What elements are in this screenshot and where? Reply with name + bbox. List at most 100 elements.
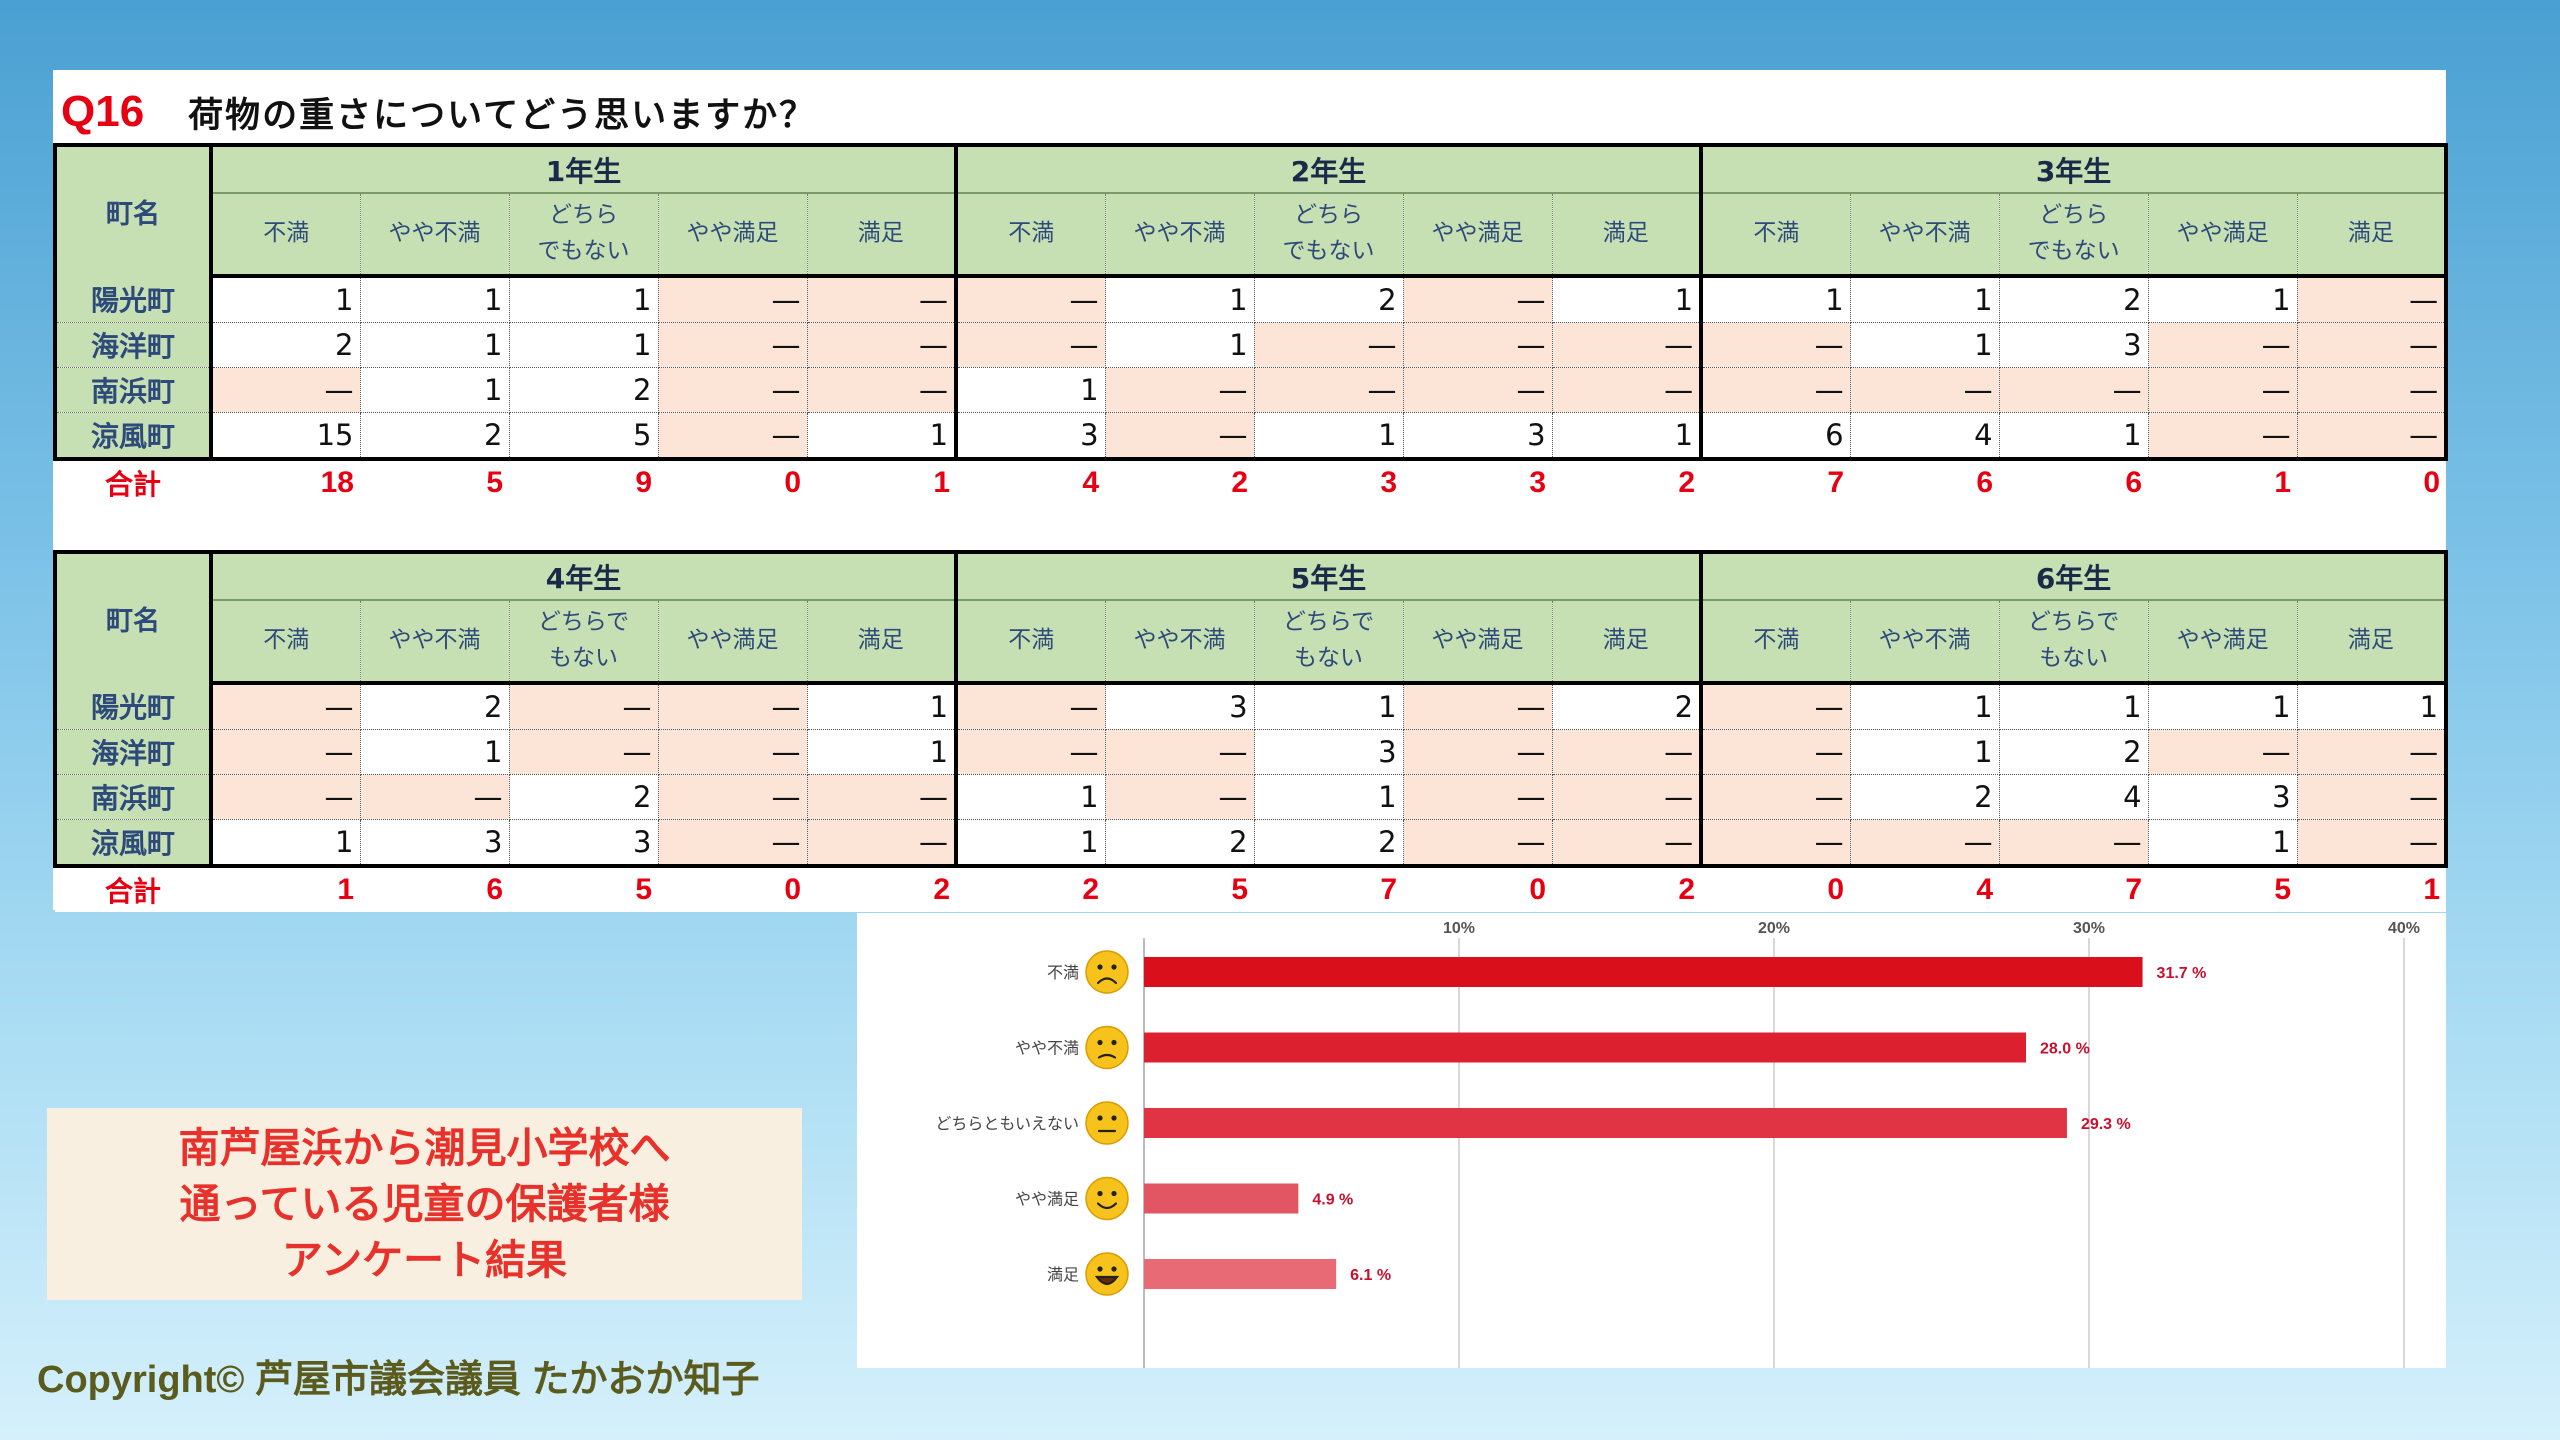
count-cell: 2 [1552, 683, 1704, 730]
count-cell: 1 [1254, 774, 1404, 820]
town-name: 南浜町 [53, 774, 213, 820]
count-cell: 1 [1105, 322, 1255, 368]
count-cell: — [956, 683, 1106, 730]
answer-header: 満足 [807, 193, 959, 278]
count-cell: — [211, 367, 361, 413]
table-row: 南浜町 — —2— —1—1— — —2 4 3— [53, 774, 2449, 820]
table-row: 陽光町 1 1 1— — —1 2—1 1 1 2 1— [53, 276, 2449, 323]
tick-label: 20% [1758, 920, 1790, 937]
total-cell: 2 [1552, 459, 1702, 505]
total-cell: 4 [956, 459, 1106, 505]
answer-header: やや不満 [360, 600, 510, 685]
count-cell: 1 [509, 276, 659, 323]
face-eye [1111, 1115, 1117, 1121]
total-cell: 2 [1552, 866, 1702, 912]
answer-header: どちらでもない [1254, 193, 1404, 278]
face-eye [1111, 1266, 1117, 1272]
town-name: 涼風町 [53, 412, 213, 461]
total-cell: 0 [2297, 459, 2447, 505]
count-cell: — [1552, 774, 1704, 820]
answer-header: 不満 [1701, 193, 1851, 278]
total-row: 合計 18 5 9 0 1 4 2 3 3 2 7 6 6 1 0 [55, 459, 2447, 505]
total-cell: 2 [956, 866, 1106, 912]
survey-panel: Q16 荷物の重さについてどう思いますか？ 町名 1年生 2年生 3年生 不満 やや不満ど… [53, 70, 2449, 912]
answer-header: やや不満 [1105, 193, 1255, 278]
count-cell: 1 [360, 322, 510, 368]
count-cell: 1 [1701, 276, 1851, 323]
count-cell: 3 [360, 819, 510, 868]
answer-header: やや満足 [2148, 600, 2298, 685]
bar-value-label: 4.9 % [1312, 1192, 1353, 1209]
total-cell: 1 [807, 459, 957, 505]
face-eye [1097, 1190, 1103, 1197]
count-cell: — [658, 412, 808, 461]
count-cell: — [2148, 322, 2298, 368]
total-row: 合計 1 6 5 0 2 2 5 7 0 2 0 4 7 5 1 [55, 866, 2447, 912]
count-cell: — [360, 774, 510, 820]
town-name: 海洋町 [53, 729, 213, 775]
count-cell: — [2297, 412, 2449, 461]
count-cell: — [1403, 729, 1553, 775]
count-cell: 1 [1850, 322, 2000, 368]
count-cell: — [1701, 774, 1851, 820]
category-label: やや不満 [1015, 1039, 1079, 1058]
count-cell: — [2297, 276, 2449, 323]
count-cell: 6 [1701, 412, 1851, 461]
face-eye [1111, 1039, 1117, 1046]
town-name: 南浜町 [53, 367, 213, 413]
answer-header: やや不満 [1850, 193, 2000, 278]
bar-value-label: 28.0 % [2040, 1041, 2090, 1058]
town-name: 涼風町 [53, 819, 213, 868]
count-cell: 1 [1254, 683, 1404, 730]
bar [1144, 1108, 2067, 1138]
grade-header: 6年生 [1701, 550, 2449, 601]
tick-label: 10% [1443, 920, 1475, 937]
count-cell: — [807, 367, 959, 413]
face-eye [1097, 1115, 1103, 1121]
answer-header: やや不満 [360, 193, 510, 278]
count-cell: 1 [956, 774, 1106, 820]
count-cell: 3 [2148, 774, 2298, 820]
count-cell: 1 [211, 819, 361, 868]
answer-header: 満足 [807, 600, 959, 685]
count-cell: 1 [211, 276, 361, 323]
count-cell: — [1403, 367, 1553, 413]
count-cell: — [1701, 367, 1851, 413]
count-cell: — [2297, 774, 2449, 820]
face-icon [1085, 1025, 1129, 1070]
count-cell: — [956, 322, 1106, 368]
count-cell: 1 [807, 729, 959, 775]
answer-header: 満足 [1552, 193, 1704, 278]
count-cell: 2 [1999, 276, 2149, 323]
total-label: 合計 [55, 459, 211, 505]
count-cell: — [658, 819, 808, 868]
answer-header: 不満 [211, 193, 361, 278]
count-cell: 1 [1850, 683, 2000, 730]
answer-header: やや満足 [658, 193, 808, 278]
count-cell: 3 [1254, 729, 1404, 775]
bar-value-label: 29.3 % [2081, 1116, 2131, 1133]
count-cell: 1 [2148, 819, 2298, 868]
count-cell: 3 [509, 819, 659, 868]
count-cell: 2 [509, 367, 659, 413]
total-cell: 6 [360, 866, 509, 912]
answer-header: どちらでもない [509, 600, 659, 685]
total-cell: 0 [658, 459, 807, 505]
count-cell: 2 [211, 322, 361, 368]
count-cell: — [1552, 729, 1704, 775]
count-cell: — [658, 683, 808, 730]
count-cell: — [956, 276, 1106, 323]
category-label: どちらともいえない [935, 1114, 1079, 1133]
count-cell: 1 [1105, 276, 1255, 323]
count-cell: — [1552, 367, 1704, 413]
count-cell: — [1999, 819, 2149, 868]
answer-header: やや満足 [658, 600, 808, 685]
bar [1144, 1259, 1337, 1289]
count-cell: — [1403, 322, 1553, 368]
town-name: 陽光町 [53, 276, 213, 323]
count-cell: 2 [1850, 774, 2000, 820]
face-eye [1111, 1190, 1117, 1197]
answer-header: 不満 [1701, 600, 1851, 685]
count-cell: 2 [509, 774, 659, 820]
count-cell: — [1254, 367, 1404, 413]
